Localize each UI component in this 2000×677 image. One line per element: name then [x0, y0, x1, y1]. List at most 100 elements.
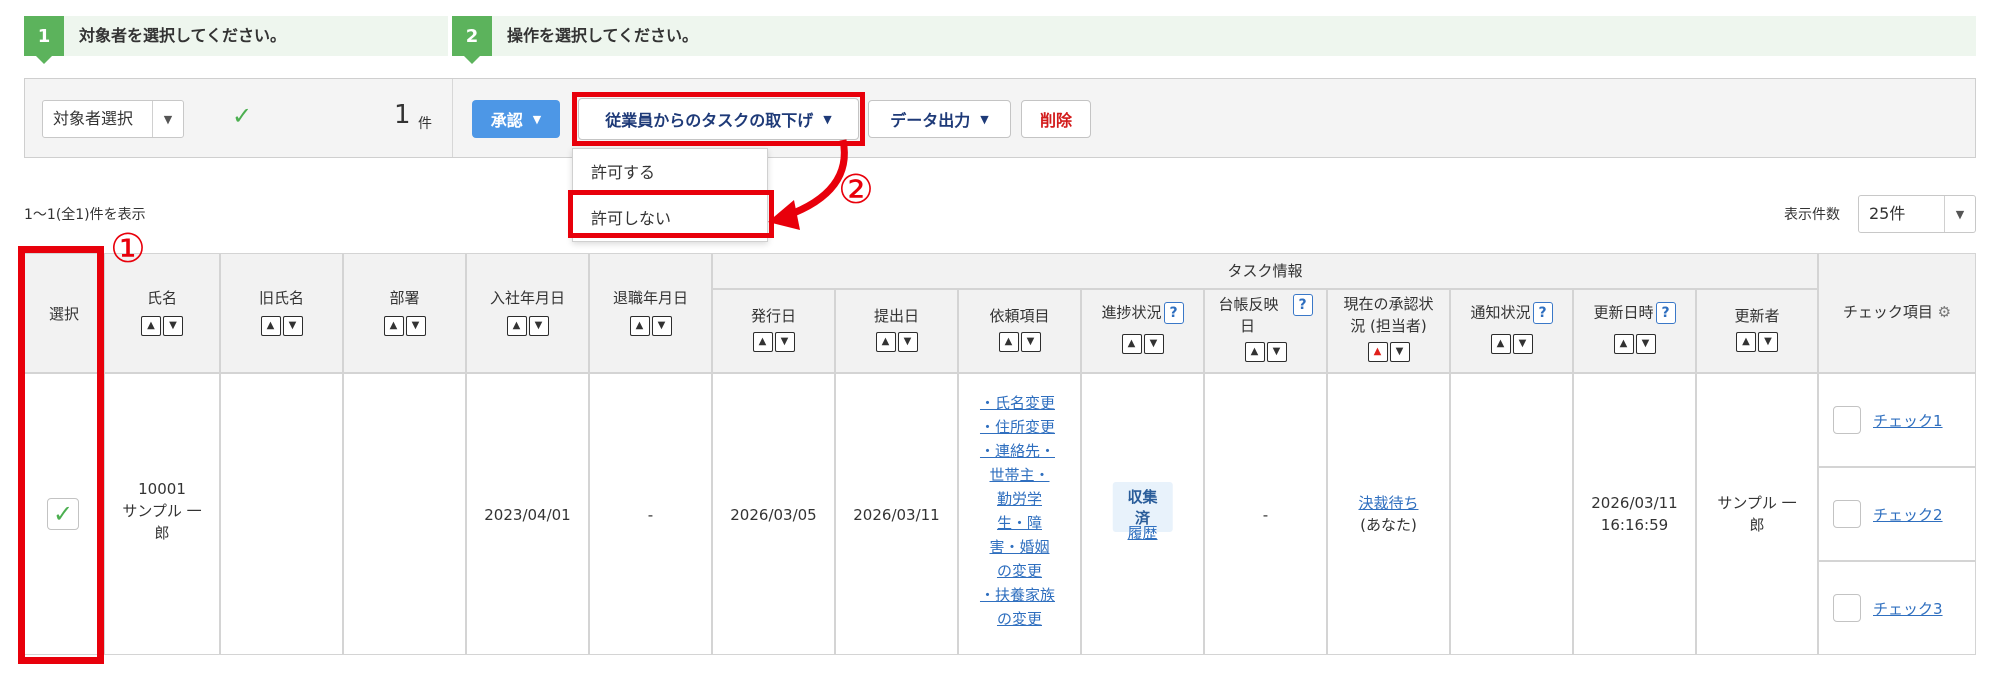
- per-page-value: 25件: [1869, 204, 1906, 223]
- updated-date: 2026/03/11: [1591, 494, 1678, 512]
- sort-desc-icon[interactable]: ▼: [1512, 334, 1533, 354]
- sort-asc-icon[interactable]: ▲: [141, 316, 161, 336]
- check-item-link[interactable]: チェック1: [1873, 410, 1943, 431]
- join-date-value: 2023/04/01: [484, 506, 571, 524]
- request-item-link[interactable]: 勤労学: [959, 488, 1080, 510]
- updater-line1: サンプル 一: [1717, 494, 1797, 512]
- sort-desc-icon[interactable]: ▼: [163, 316, 183, 336]
- header-join-label: 入社年月日: [489, 289, 565, 307]
- header-leave-label: 退職年月日: [612, 289, 688, 307]
- help-icon[interactable]: ?: [1655, 302, 1676, 324]
- sort-asc-icon[interactable]: ▲: [1244, 342, 1265, 362]
- check-item-checkbox[interactable]: [1833, 594, 1861, 622]
- sort-asc-icon[interactable]: ▲: [383, 316, 404, 336]
- help-icon[interactable]: ?: [1292, 294, 1313, 316]
- updater-line2: 郎: [1749, 516, 1765, 534]
- check-item-checkbox[interactable]: [1833, 500, 1861, 528]
- sort-buttons: ▲ ▼: [506, 316, 549, 336]
- delete-label: 削除: [1039, 111, 1072, 130]
- request-item-link[interactable]: 害・婚姻: [959, 536, 1080, 558]
- delete-button[interactable]: 削除: [1021, 100, 1091, 138]
- sort-asc-icon[interactable]: ▲: [1490, 334, 1511, 354]
- header-dept-label: 部署: [389, 289, 420, 307]
- history-link[interactable]: 履歴: [1082, 522, 1203, 544]
- cell-dept: [343, 373, 466, 655]
- help-icon[interactable]: ?: [1532, 302, 1553, 324]
- sort-desc-icon[interactable]: ▼: [1266, 342, 1287, 362]
- sort-asc-icon[interactable]: ▲: [260, 316, 281, 336]
- annotation-number-2: ②: [838, 167, 874, 213]
- header-submit-label: 提出日: [873, 307, 919, 325]
- request-item-link[interactable]: の変更: [959, 560, 1080, 582]
- request-item-link[interactable]: ・住所変更: [955, 416, 1080, 438]
- check-item-checkbox[interactable]: [1833, 406, 1861, 434]
- cell-leave-date: -: [589, 373, 712, 655]
- column-header-notice: 通知状況? ▲ ▼: [1450, 289, 1573, 373]
- header-updated-label: 更新日時: [1593, 303, 1654, 322]
- sort-buttons: ▲ ▼: [629, 316, 672, 336]
- column-header-updated: 更新日時? ▲ ▼: [1573, 289, 1696, 373]
- sort-asc-icon[interactable]: ▲: [1613, 334, 1634, 354]
- request-item-link[interactable]: ・扶養家族: [955, 584, 1080, 606]
- cell-progress: 収集済 履歴: [1081, 373, 1204, 655]
- check-item-link[interactable]: チェック2: [1873, 504, 1943, 525]
- approve-button[interactable]: 承認 ▼: [472, 100, 560, 138]
- cell-request-items: ・氏名変更 ・住所変更 ・連絡先・ 世帯主・ 勤労学 生・障 害・婚姻 の変更 …: [958, 373, 1081, 655]
- sort-desc-icon[interactable]: ▼: [774, 332, 795, 352]
- sort-asc-icon[interactable]: ▲: [875, 332, 896, 352]
- check-icon: ✓: [232, 102, 253, 130]
- data-export-button[interactable]: データ出力 ▼: [868, 100, 1011, 138]
- request-item-link[interactable]: 世帯主・: [959, 464, 1080, 486]
- updated-header-line: 更新日時?: [1574, 302, 1695, 324]
- sort-asc-icon[interactable]: ▲: [506, 316, 527, 336]
- ledger-value: -: [1262, 506, 1269, 524]
- sort-desc-icon[interactable]: ▼: [651, 316, 672, 336]
- sort-asc-icon-active[interactable]: ▲: [1367, 342, 1388, 362]
- column-header-dept: 部署 ▲ ▼: [343, 253, 466, 373]
- approval-pending-link[interactable]: 決裁待ち: [1328, 492, 1449, 514]
- column-header-old-name: 旧氏名 ▲ ▼: [220, 253, 343, 373]
- sort-asc-icon[interactable]: ▲: [998, 332, 1019, 352]
- check-items-header: チェック項目 ⚙: [1819, 302, 1975, 322]
- sort-buttons: ▲ ▼: [1613, 334, 1656, 354]
- request-item-link[interactable]: ・連絡先・: [955, 440, 1080, 462]
- per-page-select[interactable]: 25件 ▼: [1858, 195, 1976, 233]
- leave-date-value: -: [647, 506, 654, 524]
- sort-buttons: ▲ ▼: [998, 332, 1041, 352]
- sort-desc-icon[interactable]: ▼: [1635, 334, 1656, 354]
- check-item-row-1: チェック1: [1818, 373, 1976, 467]
- sort-desc-icon[interactable]: ▼: [528, 316, 549, 336]
- sort-desc-icon[interactable]: ▼: [282, 316, 303, 336]
- chevron-down-icon[interactable]: ▼: [1944, 196, 1975, 232]
- header-progress-label: 進捗状況: [1101, 303, 1162, 322]
- cell-old-name: [220, 373, 343, 655]
- menu-item-allow[interactable]: 許可する: [591, 159, 655, 183]
- request-item-link[interactable]: の変更: [959, 608, 1080, 630]
- sort-desc-icon[interactable]: ▼: [1389, 342, 1410, 362]
- column-header-approval-status: 現在の承認状 況 (担当者) ▲ ▼: [1327, 289, 1450, 373]
- sort-desc-icon[interactable]: ▼: [405, 316, 426, 336]
- cell-approval-status: 決裁待ち (あなた): [1327, 373, 1450, 655]
- sort-desc-icon[interactable]: ▼: [1758, 332, 1778, 352]
- sort-asc-icon[interactable]: ▲: [1121, 334, 1142, 354]
- sort-desc-icon[interactable]: ▼: [1143, 334, 1164, 354]
- column-header-issue-date: 発行日 ▲ ▼: [712, 289, 835, 373]
- task-group-label: タスク情報: [1227, 262, 1303, 280]
- updated-time: 16:16:59: [1600, 516, 1669, 534]
- request-item-link[interactable]: ・氏名変更: [955, 392, 1080, 414]
- header-name-label: 氏名: [146, 289, 177, 307]
- request-item-link[interactable]: 生・障: [959, 512, 1080, 534]
- ledger-header-line: 台帳反映?: [1205, 294, 1326, 316]
- column-header-join-date: 入社年月日 ▲ ▼: [466, 253, 589, 373]
- submit-date-value: 2026/03/11: [853, 506, 940, 524]
- check-item-link[interactable]: チェック3: [1873, 598, 1943, 619]
- sort-asc-icon[interactable]: ▲: [629, 316, 650, 336]
- sort-desc-icon[interactable]: ▼: [897, 332, 918, 352]
- step-1-banner: 1 対象者を選択してください。: [24, 16, 448, 64]
- sort-asc-icon[interactable]: ▲: [1736, 332, 1756, 352]
- sort-desc-icon[interactable]: ▼: [1020, 332, 1041, 352]
- target-select-dropdown[interactable]: 対象者選択 ▼: [42, 100, 184, 138]
- gear-icon[interactable]: ⚙: [1938, 303, 1951, 321]
- sort-asc-icon[interactable]: ▲: [752, 332, 773, 352]
- chevron-down-icon[interactable]: ▼: [152, 101, 183, 137]
